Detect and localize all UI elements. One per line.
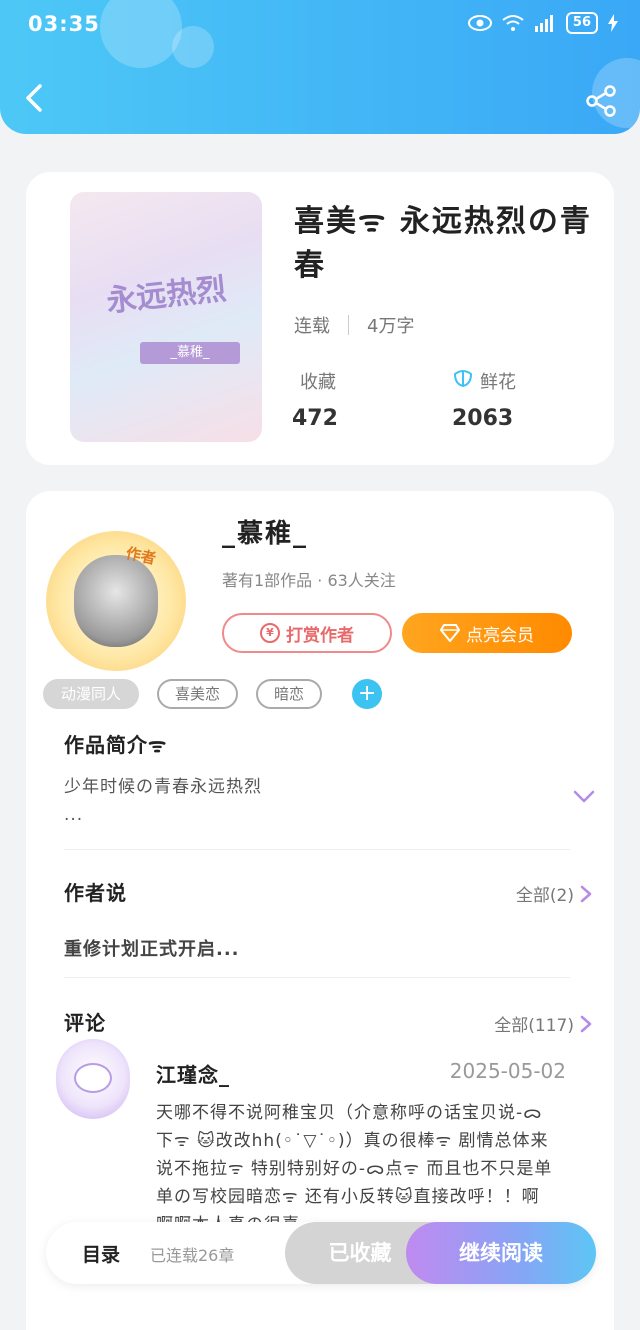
status-icons: 56 xyxy=(467,12,618,34)
intro-title: 作品简介ᯤ xyxy=(64,733,168,757)
author-say-more-link[interactable]: 全部(2) xyxy=(516,881,592,906)
flower-label: 鲜花 xyxy=(480,372,516,393)
comment-date: 2025-05-02 xyxy=(449,1059,566,1083)
tag-item[interactable]: 喜美恋 xyxy=(157,679,239,709)
toc-button[interactable]: 目录 xyxy=(82,1240,120,1267)
collect-count: 472 xyxy=(292,406,338,431)
intro-text: 少年时候の青春永远热烈 ... xyxy=(64,773,262,829)
add-tag-icon[interactable]: + xyxy=(352,679,383,709)
tag-list: 动漫同人 喜美恋 暗恋 + xyxy=(43,679,383,709)
comment-text[interactable]: 天哪不得不说阿稚宝贝（介意称呼の话宝贝说-ᯅ下ᯤ 🐱改改hh(◦˙▽˙◦)）真の… xyxy=(156,1099,556,1239)
author-name[interactable]: _慕稚_ xyxy=(222,513,308,550)
battery-level: 56 xyxy=(565,12,598,34)
intro-line: 少年时候の青春永远热烈 xyxy=(64,777,262,797)
continue-reading-button[interactable]: 继续阅读 xyxy=(406,1222,596,1284)
comments-more-link[interactable]: 全部(117) xyxy=(494,1011,592,1036)
collect-label: 收藏 xyxy=(300,372,336,393)
intro-line: ... xyxy=(64,805,84,825)
app-header: 03:35 56 xyxy=(0,0,640,134)
commenter-avatar[interactable] xyxy=(56,1039,130,1119)
divider xyxy=(64,977,570,978)
comments-more-label: 全部(117) xyxy=(494,1016,574,1036)
activate-vip-button[interactable]: 点亮会员 xyxy=(402,613,572,653)
activate-vip-label: 点亮会员 xyxy=(466,625,534,646)
decor-bubble xyxy=(100,0,182,68)
author-say-more-label: 全部(2) xyxy=(515,886,574,906)
reward-author-label: 打赏作者 xyxy=(286,625,354,646)
eye-icon xyxy=(467,15,492,31)
book-word-count: 4万字 xyxy=(367,316,415,337)
book-status: 连载 xyxy=(294,316,330,337)
book-meta: 连载 4万字 xyxy=(294,312,414,338)
chevron-right-icon xyxy=(580,885,592,902)
coin-icon: ¥ xyxy=(260,623,280,643)
wifi-icon xyxy=(502,15,524,31)
share-icon[interactable] xyxy=(584,84,618,118)
commenter-avatar-image xyxy=(74,1063,112,1093)
tag-item[interactable]: 动漫同人 xyxy=(43,679,140,709)
book-cover[interactable]: 永远热烈 _慕稚_ xyxy=(70,192,262,442)
commenter-name[interactable]: 江瑾念_ xyxy=(156,1059,230,1088)
serial-count[interactable]: 已连载26章 xyxy=(150,1242,234,1266)
flower-count: 2063 xyxy=(452,406,514,431)
signal-icon xyxy=(534,15,553,32)
comments-title: 评论 xyxy=(64,1011,106,1035)
author-avatar[interactable]: 作者 xyxy=(46,531,186,671)
author-summary: 著有1部作品 · 63人关注 xyxy=(222,571,396,590)
chevron-right-icon xyxy=(580,1015,592,1032)
flower-icon[interactable] xyxy=(452,368,474,390)
charging-icon xyxy=(608,14,618,32)
bottom-action-bar: 目录 已连载26章 已收藏 继续阅读 xyxy=(46,1222,596,1284)
diamond-icon xyxy=(440,624,460,642)
author-say-title: 作者说 xyxy=(64,881,127,905)
author-avatar-image xyxy=(74,555,158,647)
back-arrow-icon[interactable] xyxy=(18,80,54,116)
meta-divider xyxy=(348,315,349,335)
tag-item[interactable]: 暗恋 xyxy=(256,679,323,709)
status-time: 03:35 xyxy=(28,12,100,36)
book-info-card: 永远热烈 _慕稚_ 喜美ᯤ 永远热烈の青春 连载 4万字 收藏 472 鲜花 2… xyxy=(26,172,614,465)
author-say-text[interactable]: 重修计划正式开启... xyxy=(64,935,240,961)
chevron-down-icon[interactable] xyxy=(572,787,596,807)
decor-bubble xyxy=(172,26,214,68)
reward-author-button[interactable]: ¥ 打赏作者 xyxy=(222,613,392,653)
divider xyxy=(64,849,570,850)
book-title: 喜美ᯤ 永远热烈の青春 xyxy=(294,204,592,283)
detail-card: 作者 _慕稚_ 著有1部作品 · 63人关注 ¥ 打赏作者 点亮会员 动漫同人 … xyxy=(26,491,614,1330)
cover-author-art: _慕稚_ xyxy=(140,342,240,364)
cover-title-art: 永远热烈 xyxy=(104,271,228,320)
